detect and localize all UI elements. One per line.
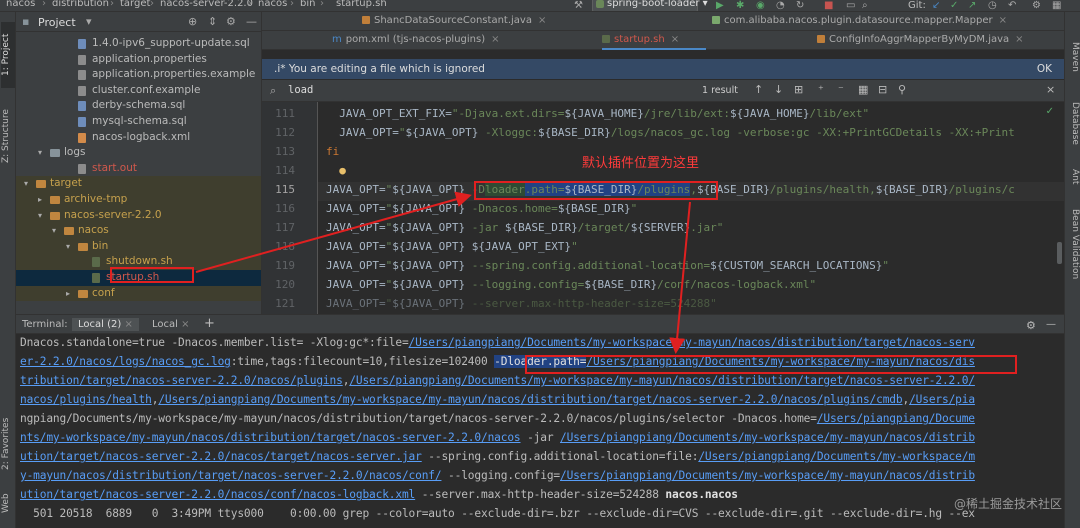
- arrow-to-editor: [196, 196, 468, 272]
- annotation-arrows: [0, 0, 1080, 528]
- arrow-to-terminal: [676, 202, 690, 350]
- watermark: @稀土掘金技术社区: [954, 495, 1062, 512]
